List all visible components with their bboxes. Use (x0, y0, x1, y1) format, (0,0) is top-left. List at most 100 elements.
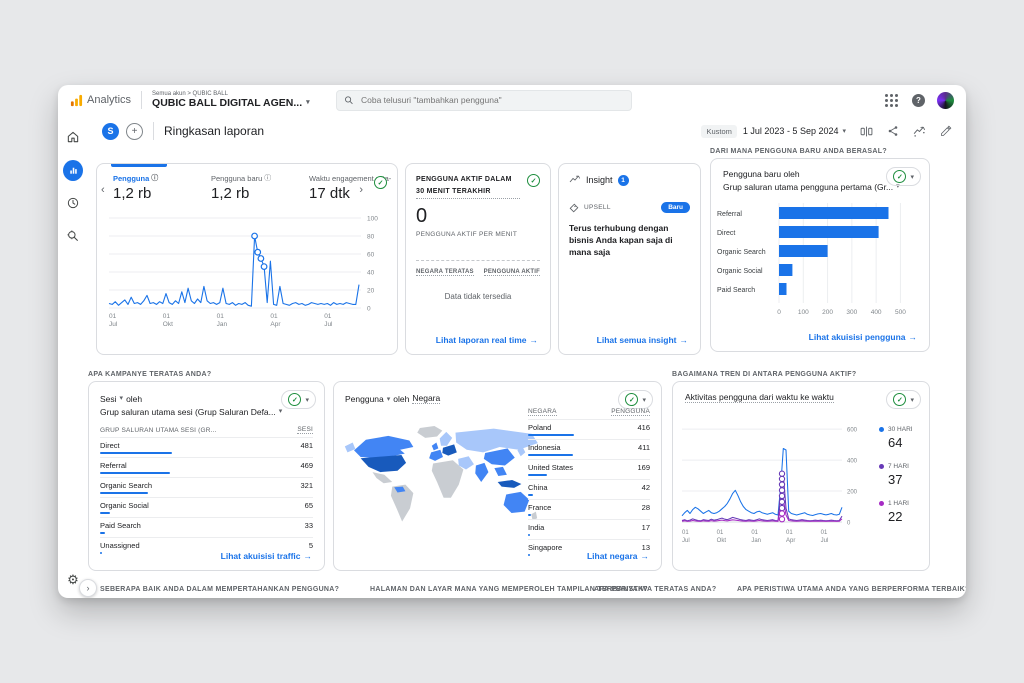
metric-tab-2[interactable]: Pengguna baruⓘ1,2 rb (211, 173, 295, 202)
insights-sparkline-icon (569, 174, 581, 186)
realtime-title: PENGGUNA AKTIF DALAM 30 MENIT TERAKHIR (416, 174, 520, 199)
section-label-active-users: BAGAIMANA TREN DI ANTARA PENGGUNA AKTIF? (672, 371, 856, 378)
sidebar-item-admin[interactable]: ⚙ (67, 573, 79, 586)
account-switcher[interactable]: Semua akun > QUBIC BALL QUBIC BALL DIGIT… (152, 91, 310, 110)
countries-link[interactable]: Lihat negara→ (587, 551, 649, 561)
data-quality-icon: ✓ (288, 393, 301, 406)
gear-icon: ⚙ (67, 572, 79, 587)
realtime-card: PENGGUNA AKTIF DALAM 30 MENIT TERAKHIR ✓… (405, 163, 551, 355)
analytics-window: Analytics Semua akun > QUBIC BALL QUBIC … (58, 85, 966, 598)
card-options[interactable]: ✓ ▾ (886, 167, 921, 186)
date-range-text: 1 Jul 2023 - 5 Sep 2024 (743, 126, 839, 136)
expand-sections-button[interactable]: › (79, 579, 97, 597)
card-title: Aktivitas pengguna dari waktu ke waktu (685, 392, 834, 403)
title-connector: oleh (393, 394, 409, 404)
home-icon (66, 130, 80, 144)
svg-text:01: 01 (324, 313, 332, 320)
help-icon[interactable]: ? (912, 94, 925, 107)
search-bar[interactable] (336, 90, 632, 111)
dimension-selector[interactable]: Grup saluran utama pengguna pertama (Gr.… (723, 181, 900, 194)
data-quality-icon[interactable]: ✓ (374, 176, 387, 189)
page-title: Ringkasan laporan (164, 124, 264, 138)
all-insights-link[interactable]: Lihat semua insight→ (597, 335, 688, 345)
table-row: Direct481 (100, 437, 313, 454)
workspace-badge[interactable]: S (102, 123, 119, 140)
svg-text:Jul: Jul (821, 538, 829, 544)
card-options[interactable]: ✓ ▾ (886, 390, 921, 409)
campaign-card: Sesi ▾ oleh Grup saluran utama sesi (Gru… (88, 381, 325, 571)
traffic-acquisition-link[interactable]: Lihat akuisisi traffic→ (221, 551, 312, 561)
table-row: France28 (528, 499, 650, 516)
trend-legend: 30 HARI647 HARI371 HARI22 (879, 426, 913, 524)
table-row: Referral469 (100, 457, 313, 474)
chevron-down-icon: ▾ (306, 99, 310, 107)
svg-text:400: 400 (871, 309, 882, 316)
sidebar-item-advertising[interactable] (63, 193, 83, 213)
metrics-overview-card: ‹ Penggunaⓘ1,2 rbPengguna baruⓘ1,2 rbWak… (96, 163, 398, 355)
card-options[interactable]: ✓ ▾ (281, 390, 316, 409)
svg-text:Referral: Referral (717, 211, 742, 218)
realtime-col-country: NEGARA TERATAS (416, 269, 474, 276)
svg-text:20: 20 (367, 288, 375, 295)
reports-active-pill (63, 160, 83, 181)
insights-button[interactable] (913, 125, 926, 138)
chevron-down-icon: ▾ (642, 396, 646, 404)
insight-message[interactable]: Terus terhubung dengan bisnis Anda kapan… (569, 223, 687, 259)
table-row: China42 (528, 479, 650, 496)
table-row: Poland416 (528, 419, 650, 436)
arrow-right-icon: → (680, 335, 689, 345)
chevron-down-icon: ▾ (120, 394, 124, 405)
svg-text:0: 0 (777, 309, 781, 316)
pencil-icon (940, 125, 952, 137)
new-badge: Baru (661, 202, 690, 213)
chevron-right-icon: › (87, 583, 90, 593)
realtime-col-users: PENGGUNA AKTIF (484, 269, 540, 276)
realtime-report-link[interactable]: Lihat laporan real time→ (436, 335, 538, 345)
card-title-line1: Pengguna baru oleh (723, 168, 900, 181)
metric-selector[interactable]: Pengguna (345, 394, 384, 404)
arrow-right-icon: → (641, 551, 650, 561)
section-label-campaigns: APA KAMPANYE TERATAS ANDA? (88, 371, 211, 378)
comparison-button[interactable] (860, 125, 873, 138)
world-map (342, 424, 540, 536)
apps-grid-icon[interactable] (885, 94, 898, 107)
avatar[interactable] (937, 92, 954, 109)
new-users-bar-chart: 0100200300400500ReferralDirectOrganic Se… (715, 201, 925, 327)
data-quality-icon: ✓ (625, 393, 638, 406)
svg-text:300: 300 (846, 309, 857, 316)
svg-text:0: 0 (367, 306, 371, 313)
svg-text:01: 01 (786, 530, 793, 536)
analytics-logo[interactable]: Analytics (70, 94, 131, 107)
analytics-logo-icon (70, 94, 83, 107)
svg-text:01: 01 (217, 313, 225, 320)
svg-text:Jul: Jul (324, 321, 333, 328)
date-range-picker[interactable]: 1 Jul 2023 - 5 Sep 2024 ▾ (743, 126, 846, 136)
sidebar-item-reports[interactable] (63, 160, 83, 180)
metric-tab-1[interactable]: Penggunaⓘ1,2 rb (113, 173, 197, 202)
table-row: Paid Search33 (100, 517, 313, 534)
active-users-line-chart: 600400200001Jul01Okt01Jan01Apr01Jul (679, 416, 877, 552)
advertising-icon (66, 196, 80, 210)
svg-text:Jan: Jan (217, 321, 228, 328)
dimension-label[interactable]: Negara (412, 393, 440, 404)
sidebar-item-home[interactable] (63, 127, 83, 147)
app-header: Analytics Semua akun > QUBIC BALL QUBIC … (58, 85, 966, 115)
user-acquisition-link[interactable]: Lihat akuisisi pengguna→ (809, 332, 917, 342)
svg-text:01: 01 (109, 313, 117, 320)
search-input[interactable] (359, 94, 624, 106)
table-row: Indonesia411 (528, 439, 650, 456)
metrics-scroll-left[interactable]: ‹ (101, 184, 105, 196)
svg-text:Organic Social: Organic Social (717, 268, 763, 275)
svg-text:01: 01 (821, 530, 828, 536)
dimension-selector[interactable]: Grup saluran utama sesi (Grup Saluran De… (100, 406, 313, 419)
metrics-scroll-right[interactable]: › (359, 184, 363, 196)
metric-selector[interactable]: Sesi (100, 393, 117, 406)
svg-text:Apr: Apr (270, 321, 281, 328)
col-header-country: NEGARA (528, 408, 557, 416)
sidebar-item-explore[interactable] (63, 226, 83, 246)
add-report-button[interactable]: + (126, 123, 143, 140)
data-quality-icon[interactable]: ✓ (527, 174, 540, 187)
edit-button[interactable] (940, 125, 952, 137)
card-options[interactable]: ✓ ▾ (618, 390, 653, 409)
share-button[interactable] (887, 125, 899, 137)
